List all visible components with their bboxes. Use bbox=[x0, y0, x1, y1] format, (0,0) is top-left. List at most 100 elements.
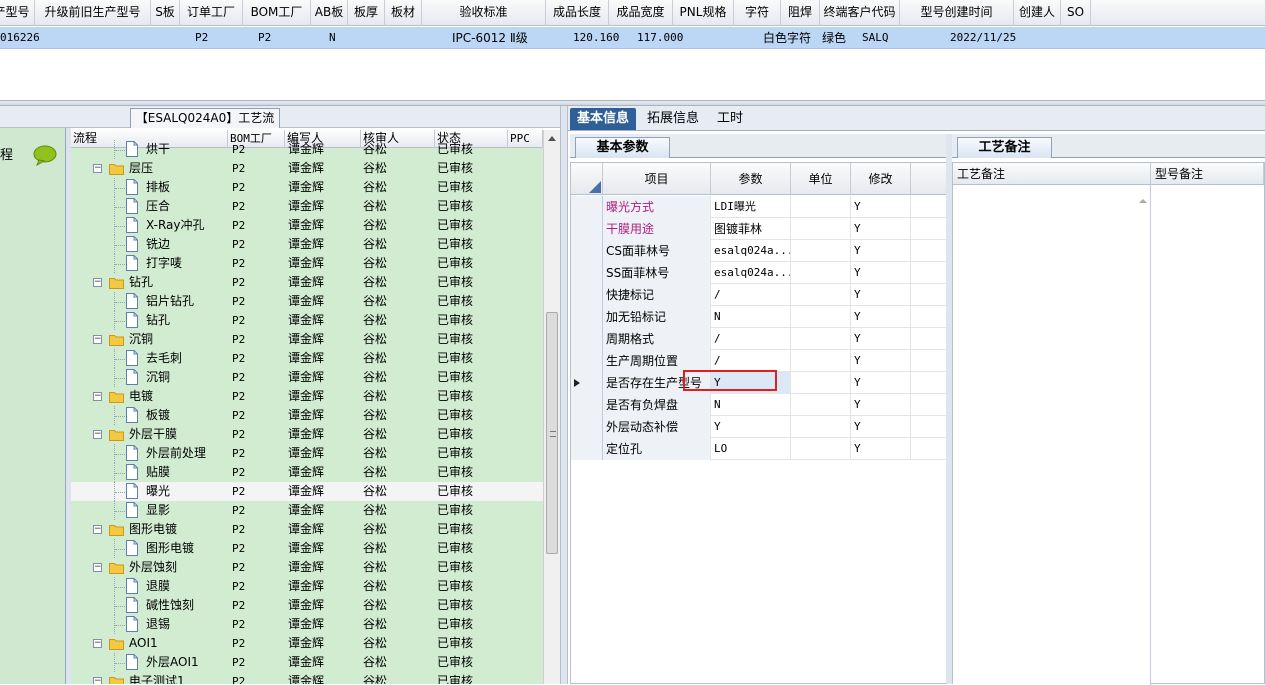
param-modify[interactable]: Y bbox=[851, 306, 911, 328]
param-value[interactable]: esalq024a... bbox=[711, 240, 791, 262]
row-indicator[interactable] bbox=[571, 394, 603, 416]
param-value[interactable]: Y bbox=[711, 416, 791, 438]
tree-row[interactable]: 外层前处理 P2 谭金辉 谷松 已审核 bbox=[71, 444, 543, 463]
tree-row[interactable]: 曝光 P2 谭金辉 谷松 已审核 bbox=[71, 482, 543, 501]
row-indicator[interactable] bbox=[571, 262, 603, 284]
tree-row[interactable]: 退锡 P2 谭金辉 谷松 已审核 bbox=[71, 615, 543, 634]
tree-row[interactable]: X-Ray冲孔 P2 谭金辉 谷松 已审核 bbox=[71, 216, 543, 235]
top-col-header[interactable]: 产型号 bbox=[0, 0, 35, 26]
tree-row[interactable]: 退膜 P2 谭金辉 谷松 已审核 bbox=[71, 577, 543, 596]
top-col-header[interactable]: 验收标准 bbox=[422, 0, 546, 26]
top-col-header[interactable]: 终端客户代码 bbox=[820, 0, 900, 26]
tree-row[interactable]: 沉铜 P2 谭金辉 谷松 已审核 bbox=[71, 368, 543, 387]
top-col-header[interactable]: 订单工厂 bbox=[180, 0, 243, 26]
param-unit[interactable] bbox=[791, 306, 851, 328]
param-unit[interactable] bbox=[791, 240, 851, 262]
tree-row[interactable]: 铣边 P2 谭金辉 谷松 已审核 bbox=[71, 235, 543, 254]
param-value[interactable]: N bbox=[711, 306, 791, 328]
collapse-icon[interactable]: − bbox=[93, 563, 102, 572]
param-unit[interactable] bbox=[791, 262, 851, 284]
tree-row[interactable]: − 沉铜 P2 谭金辉 谷松 已审核 bbox=[71, 330, 543, 349]
scroll-up-arrow-icon[interactable] bbox=[1139, 199, 1147, 203]
tree-row[interactable]: − AOI1 P2 谭金辉 谷松 已审核 bbox=[71, 634, 543, 653]
param-unit[interactable] bbox=[791, 438, 851, 460]
tab-extended-info[interactable]: 拓展信息 bbox=[640, 108, 706, 130]
col-modify[interactable]: 修改 bbox=[851, 163, 911, 195]
top-col-header[interactable]: PNL规格 bbox=[673, 0, 734, 26]
tree-row[interactable]: − 钻孔 P2 谭金辉 谷松 已审核 bbox=[71, 273, 543, 292]
param-modify[interactable]: Y bbox=[851, 196, 911, 218]
row-indicator[interactable] bbox=[571, 372, 603, 394]
param-modify[interactable]: Y bbox=[851, 284, 911, 306]
param-modify[interactable]: Y bbox=[851, 218, 911, 240]
tree-row[interactable]: − 图形电镀 P2 谭金辉 谷松 已审核 bbox=[71, 520, 543, 539]
param-unit[interactable] bbox=[791, 372, 851, 394]
param-row[interactable]: CS面菲林号 esalq024a... Y bbox=[571, 240, 947, 262]
collapse-icon[interactable]: − bbox=[93, 278, 102, 287]
row-indicator[interactable] bbox=[571, 350, 603, 372]
tree-row[interactable]: 去毛刺 P2 谭金辉 谷松 已审核 bbox=[71, 349, 543, 368]
tree-row[interactable]: − 层压 P2 谭金辉 谷松 已审核 bbox=[71, 159, 543, 178]
param-modify[interactable]: Y bbox=[851, 328, 911, 350]
tree-row[interactable]: − 电子测试1 P2 谭金辉 谷松 已审核 bbox=[71, 672, 543, 684]
collapse-icon[interactable]: − bbox=[93, 335, 102, 344]
param-unit[interactable] bbox=[791, 218, 851, 240]
param-row[interactable]: 干膜用途 图镀菲林 Y bbox=[571, 218, 947, 240]
top-col-header[interactable]: 板厚 bbox=[348, 0, 385, 26]
tree-row[interactable]: − 外层干膜 P2 谭金辉 谷松 已审核 bbox=[71, 425, 543, 444]
row-indicator[interactable] bbox=[571, 328, 603, 350]
param-row[interactable]: 外层动态补偿 Y Y bbox=[571, 416, 947, 438]
collapse-icon[interactable]: − bbox=[93, 639, 102, 648]
vertical-splitter[interactable] bbox=[560, 106, 568, 684]
param-value[interactable]: / bbox=[711, 350, 791, 372]
row-indicator[interactable] bbox=[571, 240, 603, 262]
tree-vertical-scrollbar[interactable] bbox=[543, 130, 560, 684]
tab-basic-info[interactable]: 基本信息 bbox=[570, 108, 637, 130]
tab-work-hours[interactable]: 工时 bbox=[710, 108, 750, 130]
param-value[interactable]: LDI曝光 bbox=[711, 196, 791, 218]
tree-row[interactable]: 排板 P2 谭金辉 谷松 已审核 bbox=[71, 178, 543, 197]
top-col-header[interactable]: 板材 bbox=[385, 0, 422, 26]
collapse-icon[interactable]: − bbox=[93, 525, 102, 534]
param-row[interactable]: 定位孔 LO Y bbox=[571, 438, 947, 460]
collapse-icon[interactable]: − bbox=[93, 677, 102, 684]
col-param[interactable]: 参数 bbox=[711, 163, 791, 195]
row-indicator[interactable] bbox=[571, 306, 603, 328]
param-unit[interactable] bbox=[791, 416, 851, 438]
param-unit[interactable] bbox=[791, 284, 851, 306]
row-indicator[interactable] bbox=[571, 438, 603, 460]
param-value[interactable]: / bbox=[711, 328, 791, 350]
scroll-up-arrow-icon[interactable] bbox=[548, 136, 556, 141]
top-col-header[interactable]: S板 bbox=[151, 0, 180, 26]
collapse-icon[interactable]: − bbox=[93, 430, 102, 439]
top-col-header[interactable]: 成品宽度 bbox=[609, 0, 673, 26]
top-col-header[interactable]: BOM工厂 bbox=[243, 0, 311, 26]
param-row[interactable]: 生产周期位置 / Y bbox=[571, 350, 947, 372]
process-notes-tab[interactable]: 工艺备注 bbox=[957, 137, 1052, 158]
tree-row[interactable]: − 电镀 P2 谭金辉 谷松 已审核 bbox=[71, 387, 543, 406]
top-col-header[interactable]: 创建人 bbox=[1014, 0, 1061, 26]
col-item[interactable]: 项目 bbox=[603, 163, 711, 195]
param-modify[interactable]: Y bbox=[851, 438, 911, 460]
top-col-header[interactable]: SO bbox=[1061, 0, 1091, 26]
tree-row[interactable]: 打字唛 P2 谭金辉 谷松 已审核 bbox=[71, 254, 543, 273]
tree-row[interactable]: 碱性蚀刻 P2 谭金辉 谷松 已审核 bbox=[71, 596, 543, 615]
notes-scrollbar[interactable] bbox=[1136, 193, 1150, 685]
row-indicator[interactable] bbox=[571, 218, 603, 240]
tree-row[interactable]: 板镀 P2 谭金辉 谷松 已审核 bbox=[71, 406, 543, 425]
top-col-header[interactable]: 升级前旧生产型号 bbox=[35, 0, 151, 26]
param-modify[interactable]: Y bbox=[851, 350, 911, 372]
collapse-icon[interactable]: − bbox=[93, 164, 102, 173]
param-value[interactable]: LO bbox=[711, 438, 791, 460]
param-value[interactable]: N bbox=[711, 394, 791, 416]
param-modify[interactable]: Y bbox=[851, 416, 911, 438]
param-unit[interactable] bbox=[791, 350, 851, 372]
tree-row[interactable]: 铝片钻孔 P2 谭金辉 谷松 已审核 bbox=[71, 292, 543, 311]
tree-row[interactable]: 贴膜 P2 谭金辉 谷松 已审核 bbox=[71, 463, 543, 482]
param-modify[interactable]: Y bbox=[851, 262, 911, 284]
param-modify[interactable]: Y bbox=[851, 372, 911, 394]
collapse-icon[interactable]: − bbox=[93, 392, 102, 401]
process-notes-textarea[interactable] bbox=[953, 185, 1151, 685]
top-col-header[interactable]: 字符 bbox=[734, 0, 781, 26]
tree-row[interactable]: 烘干 P2 谭金辉 谷松 已审核 bbox=[71, 140, 543, 159]
